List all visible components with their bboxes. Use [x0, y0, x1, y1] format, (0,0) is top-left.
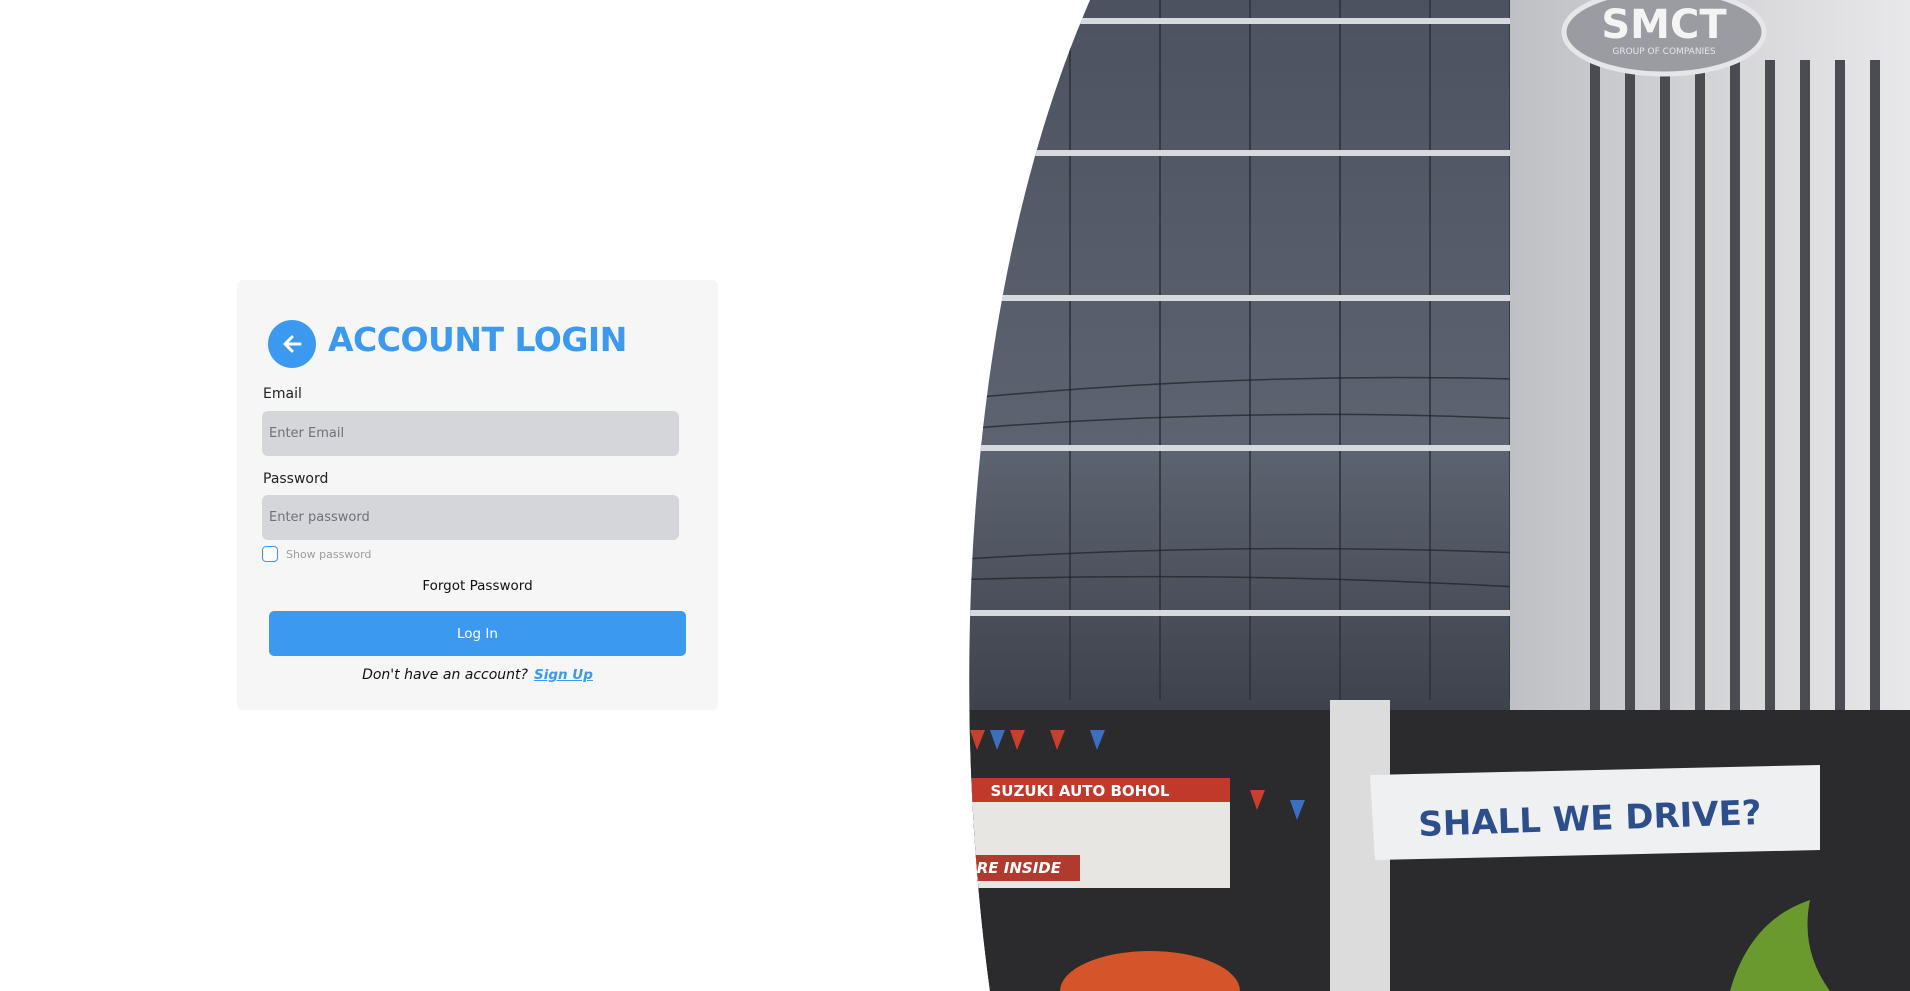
- login-button[interactable]: Log In: [269, 611, 686, 656]
- signup-row: Don't have an account? Sign Up: [237, 667, 718, 683]
- svg-text:UIRE INSIDE: UIRE INSIDE: [959, 859, 1062, 877]
- password-input[interactable]: [262, 495, 679, 540]
- arrow-left-icon: [283, 335, 302, 353]
- smct-logo: SMCT: [1601, 2, 1727, 48]
- login-page: ACCOUNT LOGIN Email Password Show passwo…: [0, 0, 1910, 991]
- signup-link[interactable]: Sign Up: [534, 667, 593, 683]
- back-button[interactable]: [268, 320, 316, 368]
- building-photo: SMCT GROUP OF COMPANIES SUZUKI AUTO BOHO…: [959, 0, 1910, 991]
- signup-prompt: Don't have an account?: [362, 667, 528, 683]
- svg-text:SUZUKI AUTO BOHOL: SUZUKI AUTO BOHOL: [990, 782, 1169, 800]
- login-card: ACCOUNT LOGIN Email Password Show passwo…: [237, 280, 718, 710]
- email-label: Email: [263, 386, 302, 402]
- forgot-password-link[interactable]: Forgot Password: [237, 578, 718, 594]
- email-input[interactable]: [262, 411, 679, 456]
- show-password-toggle[interactable]: Show password: [262, 546, 371, 562]
- page-title: ACCOUNT LOGIN: [328, 319, 627, 359]
- password-label: Password: [263, 471, 329, 487]
- show-password-checkbox[interactable]: [262, 546, 278, 562]
- svg-text:GROUP OF COMPANIES: GROUP OF COMPANIES: [1612, 47, 1716, 57]
- show-password-label: Show password: [286, 547, 372, 561]
- card-header: ACCOUNT LOGIN: [268, 310, 627, 368]
